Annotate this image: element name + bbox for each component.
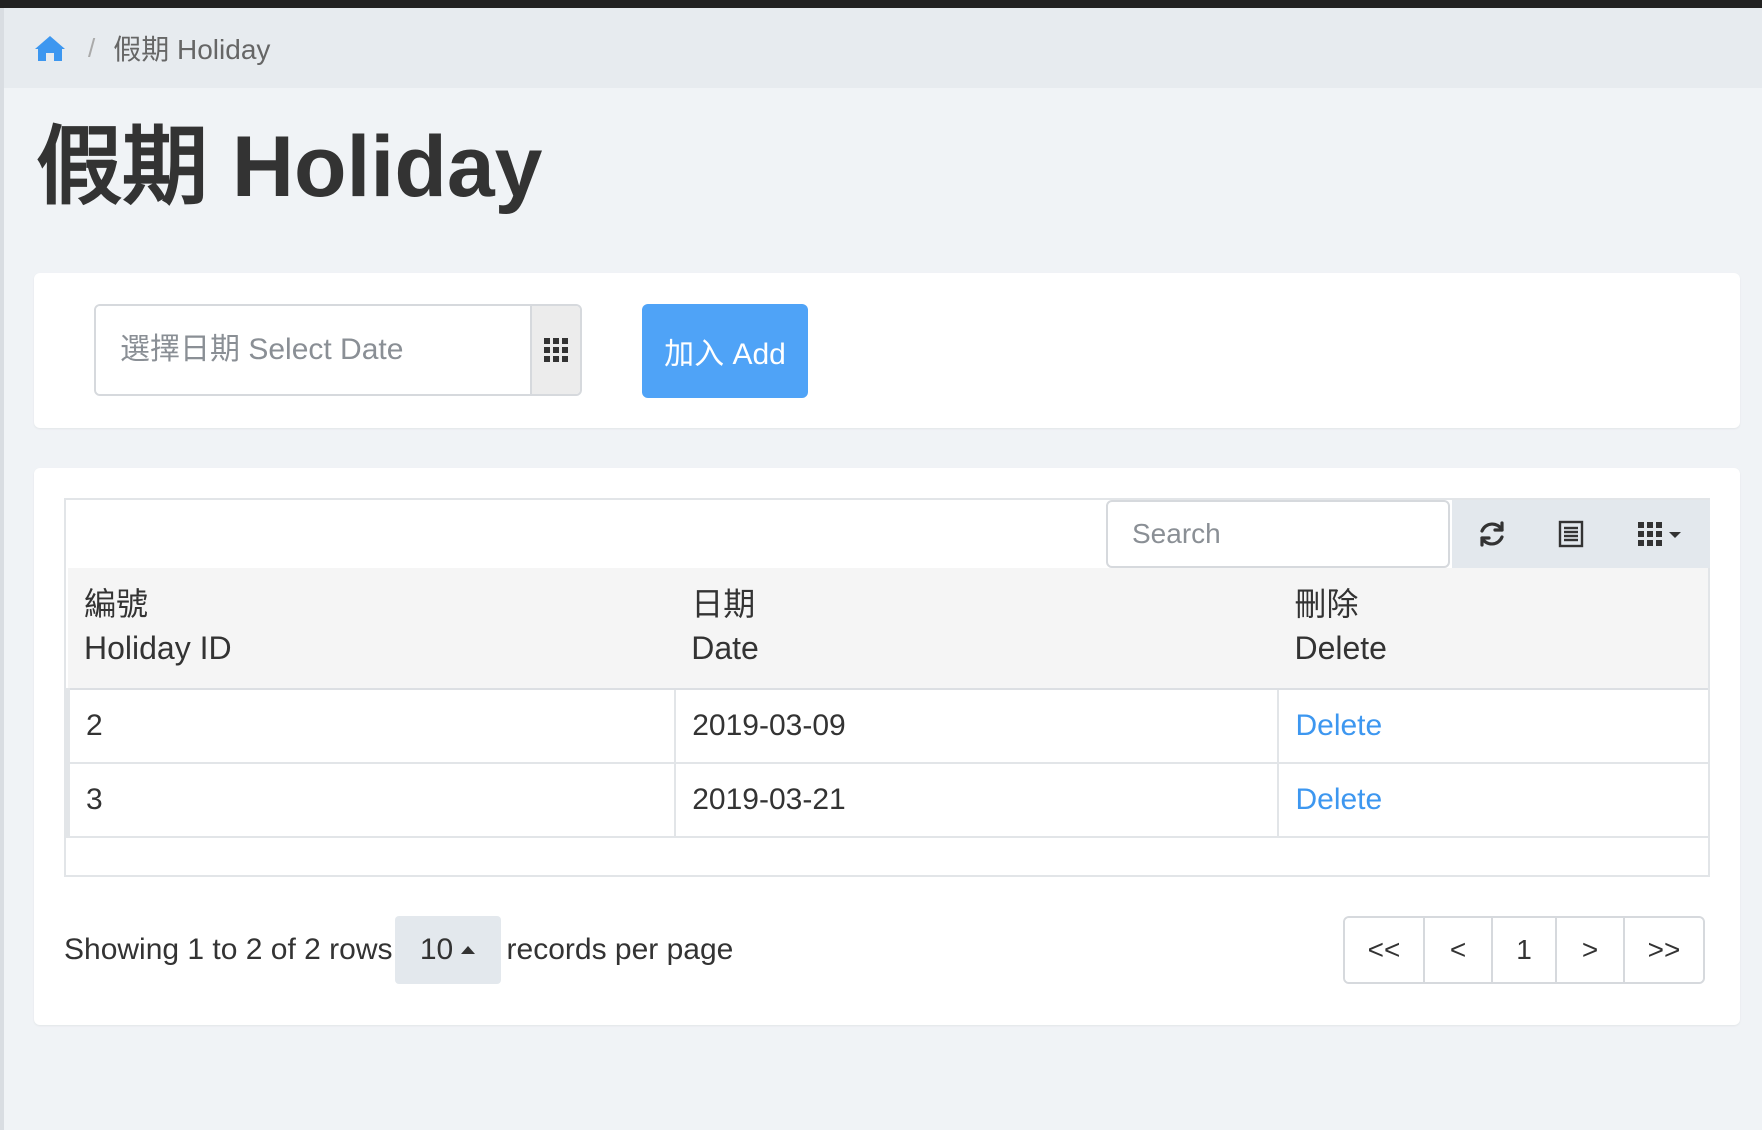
breadcrumb-current: 假期 Holiday: [113, 34, 271, 65]
page-prev-button[interactable]: <: [1425, 918, 1493, 982]
pagination: << < 1 > >>: [1343, 916, 1705, 984]
column-header-date[interactable]: 日期 Date: [675, 568, 1279, 690]
add-button[interactable]: 加入 Add: [642, 304, 808, 398]
delete-link[interactable]: Delete: [1295, 783, 1382, 816]
date-input[interactable]: [96, 306, 530, 394]
cell-delete: Delete: [1278, 689, 1708, 764]
search-input[interactable]: [1106, 500, 1450, 568]
showing-rows-text: Showing 1 to 2 of 2 rows: [64, 933, 393, 966]
table-header-row: 編號 Holiday ID 日期 Date 刪除 Delete: [68, 568, 1708, 690]
window-top-bar: [0, 0, 1762, 8]
calendar-grid-icon[interactable]: [530, 306, 580, 394]
home-icon[interactable]: [34, 31, 68, 65]
add-holiday-card: 加入 Add: [34, 273, 1740, 428]
page-size-select[interactable]: 10: [394, 916, 501, 984]
page-number-button[interactable]: 1: [1493, 918, 1557, 982]
breadcrumb: / 假期 Holiday: [4, 8, 1762, 88]
table-tools: [1452, 500, 1710, 568]
columns-dropdown-icon[interactable]: [1610, 500, 1710, 568]
column-header-id[interactable]: 編號 Holiday ID: [68, 568, 676, 690]
table-toolbar: [66, 500, 1710, 568]
column-header-delete[interactable]: 刪除 Delete: [1278, 568, 1708, 690]
refresh-icon[interactable]: [1452, 500, 1532, 568]
holiday-table: 編號 Holiday ID 日期 Date 刪除 Delete 2 2019-0…: [65, 568, 1708, 838]
page-last-button[interactable]: >>: [1625, 918, 1703, 982]
records-per-page-text: records per page: [506, 933, 734, 966]
cell-date: 2019-03-21: [675, 763, 1280, 838]
cell-id: 3: [65, 763, 677, 838]
delete-link[interactable]: Delete: [1295, 709, 1382, 742]
page-next-button[interactable]: >: [1557, 918, 1625, 982]
date-picker-group: [94, 304, 582, 396]
cell-delete: Delete: [1278, 763, 1708, 838]
caret-up-icon: [461, 946, 476, 954]
holiday-table-card: 編號 Holiday ID 日期 Date 刪除 Delete 2: [34, 468, 1740, 1025]
page-size-value: 10: [419, 933, 454, 966]
pagination-info: Showing 1 to 2 of 2 rows 10 records per …: [64, 916, 733, 984]
page-first-button[interactable]: <<: [1345, 918, 1425, 982]
cell-date: 2019-03-09: [675, 689, 1280, 764]
toggle-view-icon[interactable]: [1532, 500, 1610, 568]
breadcrumb-separator: /: [88, 32, 96, 63]
left-edge: [0, 8, 4, 1130]
table-container: 編號 Holiday ID 日期 Date 刪除 Delete 2: [64, 498, 1710, 877]
table-row: 2 2019-03-09 Delete: [65, 689, 1708, 764]
page-title: 假期 Holiday: [36, 119, 543, 215]
cell-id: 2: [65, 689, 677, 764]
table-row: 3 2019-03-21 Delete: [65, 763, 1708, 838]
